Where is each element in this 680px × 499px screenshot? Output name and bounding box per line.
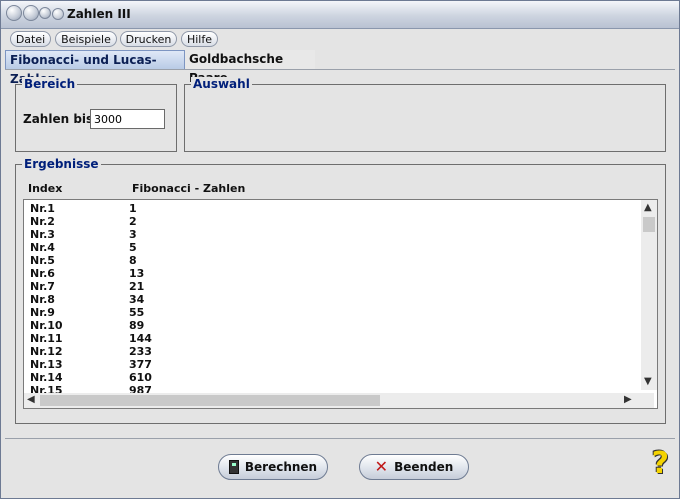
list-item-index: Nr.2 xyxy=(30,215,55,228)
list-item-value: 34 xyxy=(129,293,145,306)
list-item-index: Nr.1 xyxy=(30,202,55,215)
column-header-index: Index xyxy=(28,182,63,195)
group-bereich-title: Bereich xyxy=(22,77,78,91)
vertical-scroll-thumb[interactable] xyxy=(643,217,655,232)
list-item-index: Nr.12 xyxy=(30,345,63,358)
zahlen-bis-input[interactable] xyxy=(90,109,165,129)
minimize-window-button[interactable] xyxy=(23,5,39,21)
zahlen-bis-label: Zahlen bis: xyxy=(23,112,98,126)
scroll-down-icon[interactable]: ▼ xyxy=(644,376,652,388)
list-item-index: Nr.13 xyxy=(30,358,63,371)
list-item-value: 5 xyxy=(129,241,137,254)
list-item-index: Nr.10 xyxy=(30,319,63,332)
menu-drucken[interactable]: Drucken xyxy=(120,31,177,47)
list-item-value: 233 xyxy=(129,345,152,358)
calculator-icon xyxy=(228,460,239,474)
tab-bar: Fibonacci- und Lucas-Zahlen Goldbachsche… xyxy=(1,50,679,86)
list-item-value: 55 xyxy=(129,306,145,319)
list-item-value: 3 xyxy=(129,228,137,241)
list-item-value: 1 xyxy=(129,202,137,215)
menu-datei[interactable]: Datei xyxy=(10,31,51,47)
results-list[interactable]: Nr.1 1 Nr.2 2 Nr.3 3 Nr.4 5 Nr.5 8 Nr.6 13 Nr.7 21 Nr.… xyxy=(23,199,658,409)
column-header-fibonacci: Fibonacci - Zahlen xyxy=(132,182,246,195)
group-ergebnisse: Ergebnisse Index Fibonacci - Zahlen Nr.1… xyxy=(15,157,666,424)
list-item-index: Nr.14 xyxy=(30,371,63,384)
help-question-icon[interactable]: ? xyxy=(652,449,669,479)
menu-hilfe[interactable]: Hilfe xyxy=(181,31,218,47)
horizontal-scrollbar[interactable]: ◀ ▶ xyxy=(24,393,654,408)
list-item-value: 377 xyxy=(129,358,152,371)
list-item-index: Nr.11 xyxy=(30,332,63,345)
vertical-scrollbar[interactable]: ▲ ▼ xyxy=(641,200,657,390)
group-auswahl: Auswahl xyxy=(184,77,666,152)
list-item-index: Nr.5 xyxy=(30,254,55,267)
tab-fibonacci-lucas[interactable]: Fibonacci- und Lucas-Zahlen xyxy=(5,50,185,86)
title-bar: Zahlen III xyxy=(1,1,679,29)
beenden-button[interactable]: ✕ Beenden xyxy=(359,454,469,480)
beenden-label: Beenden xyxy=(394,460,454,474)
app-icon xyxy=(52,8,64,20)
list-item-value: 610 xyxy=(129,371,152,384)
list-item-value: 21 xyxy=(129,280,145,293)
scroll-up-icon[interactable]: ▲ xyxy=(644,202,652,214)
bottom-bar: Berechnen ✕ Beenden xyxy=(5,438,675,495)
tab-panel: Bereich Zahlen bis: Auswahl Ergebnisse I… xyxy=(5,69,675,435)
scroll-left-icon[interactable]: ◀ xyxy=(27,394,35,406)
list-item-value: 144 xyxy=(129,332,152,345)
list-item-index: Nr.9 xyxy=(30,306,55,319)
list-item-index: Nr.4 xyxy=(30,241,55,254)
maximize-window-button[interactable] xyxy=(39,7,51,19)
close-x-icon: ✕ xyxy=(374,457,389,476)
list-item-index: Nr.3 xyxy=(30,228,55,241)
list-item-index: Nr.8 xyxy=(30,293,55,306)
app-window: Zahlen III Datei Beispiele Drucken Hilfe… xyxy=(0,0,680,499)
berechnen-label: Berechnen xyxy=(244,460,318,474)
group-auswahl-title: Auswahl xyxy=(191,77,252,91)
scroll-right-icon[interactable]: ▶ xyxy=(624,394,632,406)
list-item-value: 8 xyxy=(129,254,137,267)
close-window-button[interactable] xyxy=(6,5,22,21)
list-item-value: 13 xyxy=(129,267,145,280)
menu-bar: Datei Beispiele Drucken Hilfe xyxy=(1,29,679,49)
tab-goldbach[interactable]: Goldbachsche Paare xyxy=(185,50,315,85)
list-item-value: 89 xyxy=(129,319,145,332)
list-item-index: Nr.6 xyxy=(30,267,55,280)
berechnen-button[interactable]: Berechnen xyxy=(218,454,328,480)
group-ergebnisse-title: Ergebnisse xyxy=(22,157,101,171)
group-bereich: Bereich Zahlen bis: xyxy=(15,77,177,152)
horizontal-scroll-thumb[interactable] xyxy=(40,395,380,406)
menu-beispiele[interactable]: Beispiele xyxy=(55,31,117,47)
list-item-value: 2 xyxy=(129,215,137,228)
list-item-index: Nr.7 xyxy=(30,280,55,293)
window-title: Zahlen III xyxy=(67,7,131,21)
